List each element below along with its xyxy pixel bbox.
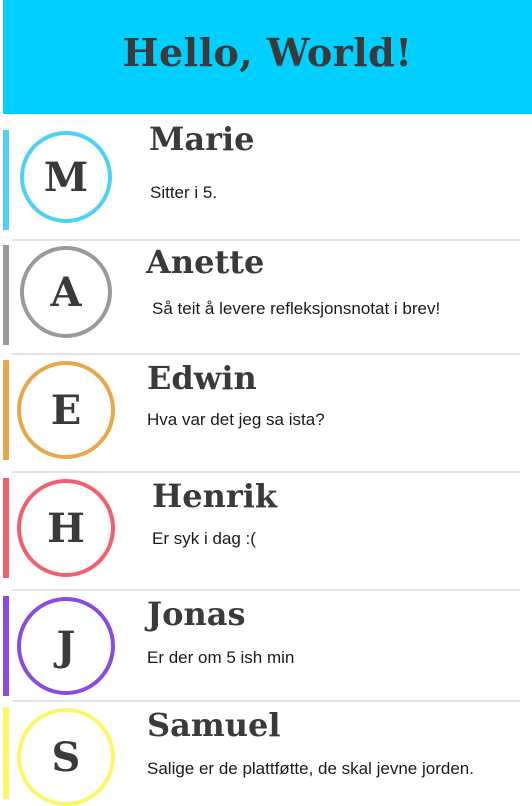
divider xyxy=(12,471,520,473)
avatar-initial: S xyxy=(51,733,81,781)
contact-name: Jonas xyxy=(147,595,246,633)
avatar: M xyxy=(20,131,112,223)
contact-name: Henrik xyxy=(152,477,278,515)
list-item[interactable]: H Henrik Er syk i dag :( xyxy=(0,476,532,580)
avatar: A xyxy=(20,246,112,338)
avatar: S xyxy=(17,708,115,806)
avatar-initial: H xyxy=(47,504,85,552)
avatar-initial: E xyxy=(50,386,82,434)
contact-name: Anette xyxy=(146,243,265,281)
accent-bar xyxy=(3,707,9,799)
divider xyxy=(12,239,520,241)
accent-bar xyxy=(3,478,9,578)
app-header: Hello, World! xyxy=(3,0,532,114)
contact-name: Samuel xyxy=(147,706,281,744)
avatar-initial: J xyxy=(56,622,76,670)
divider xyxy=(12,353,520,355)
accent-bar xyxy=(3,130,9,230)
contact-name: Edwin xyxy=(147,359,257,397)
accent-bar xyxy=(3,596,9,696)
list-item[interactable]: E Edwin Hva var det jeg sa ista? xyxy=(0,358,532,462)
avatar: J xyxy=(17,597,115,695)
page-title: Hello, World! xyxy=(122,29,413,75)
avatar: H xyxy=(17,479,115,577)
contact-message: Sitter i 5. xyxy=(150,183,218,202)
list-item[interactable]: M Marie Sitter i 5. xyxy=(0,123,532,232)
avatar: E xyxy=(17,361,115,459)
avatar-initial: A xyxy=(50,268,82,316)
list-item[interactable]: A Anette Så teit å levere refleksjonsnot… xyxy=(0,243,532,347)
contact-message: Er syk i dag :( xyxy=(152,529,256,548)
accent-bar xyxy=(3,360,9,460)
accent-bar xyxy=(3,245,9,345)
contact-message: Salige er de plattføtte, de skal jevne j… xyxy=(147,759,474,778)
contact-message: Er der om 5 ish min xyxy=(147,648,295,667)
divider xyxy=(12,700,520,702)
divider xyxy=(12,589,520,591)
list-item[interactable]: J Jonas Er der om 5 ish min xyxy=(0,594,532,698)
contact-message: Hva var det jeg sa ista? xyxy=(147,410,325,429)
list-item[interactable]: S Samuel Salige er de plattføtte, de ska… xyxy=(0,705,532,806)
contact-message: Så teit å levere refleksjonsnotat i brev… xyxy=(152,299,441,318)
contact-name: Marie xyxy=(149,120,255,158)
avatar-initial: M xyxy=(43,153,89,201)
